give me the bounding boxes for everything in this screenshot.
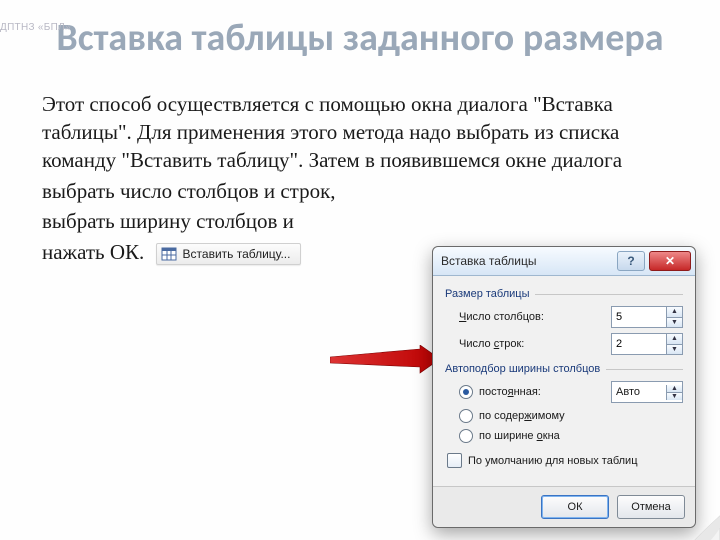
radio-content[interactable]	[459, 409, 473, 423]
rows-down[interactable]: ▼	[667, 344, 682, 355]
fixed-down[interactable]: ▼	[667, 392, 682, 400]
paragraph-2: выбрать число столбцов и строк,	[42, 177, 678, 205]
group-size-label: Размер таблицы	[445, 288, 683, 300]
columns-down[interactable]: ▼	[667, 317, 682, 328]
fixed-width-combo[interactable]: Авто ▲ ▼	[611, 381, 683, 403]
arrow-annotation	[330, 345, 440, 375]
radio-window-label: по ширине окна	[479, 430, 683, 442]
page-title: Вставка таблицы заданного размера	[40, 18, 680, 60]
group-autofit-label: Автоподбор ширины столбцов	[445, 363, 683, 375]
help-icon: ?	[627, 254, 634, 268]
columns-label: Число столбцов:	[459, 311, 611, 323]
table-icon	[161, 246, 177, 262]
radio-fixed-label: постоянная:	[479, 386, 605, 398]
fixed-up[interactable]: ▲	[667, 385, 682, 392]
rows-up[interactable]: ▲	[667, 334, 682, 344]
radio-content-label: по содержимому	[479, 410, 683, 422]
ok-button[interactable]: ОК	[541, 495, 609, 519]
dialog-title: Вставка таблицы	[441, 254, 613, 268]
insert-table-menu-item[interactable]: Вставить таблицу...	[156, 243, 302, 265]
help-button[interactable]: ?	[617, 251, 645, 271]
page-curl-decoration	[660, 498, 720, 540]
insert-table-dialog: Вставка таблицы ? ✕ Размер таблицы Число…	[432, 246, 696, 528]
radio-window[interactable]	[459, 429, 473, 443]
body-text: Этот способ осуществляется с помощью окн…	[42, 90, 678, 266]
paragraph-1: Этот способ осуществляется с помощью окн…	[42, 90, 678, 175]
radio-fixed[interactable]	[459, 385, 473, 399]
columns-spinner[interactable]: ▲ ▼	[611, 306, 683, 328]
columns-input[interactable]	[612, 307, 666, 327]
close-icon: ✕	[665, 254, 675, 268]
fixed-width-value: Авто	[612, 386, 666, 398]
rows-input[interactable]	[612, 334, 666, 354]
remember-label: По умолчанию для новых таблиц	[468, 455, 638, 467]
menu-item-label: Вставить таблицу...	[183, 246, 291, 262]
close-button[interactable]: ✕	[649, 251, 691, 271]
rows-label: Число строк:	[459, 338, 611, 350]
rows-spinner[interactable]: ▲ ▼	[611, 333, 683, 355]
columns-up[interactable]: ▲	[667, 307, 682, 317]
dialog-titlebar[interactable]: Вставка таблицы ? ✕	[433, 247, 695, 276]
paragraph-3: выбрать ширину столбцов и	[42, 207, 678, 235]
remember-checkbox[interactable]	[447, 453, 462, 468]
watermark-label: ДПТНЗ «БПЛ»	[0, 22, 71, 33]
